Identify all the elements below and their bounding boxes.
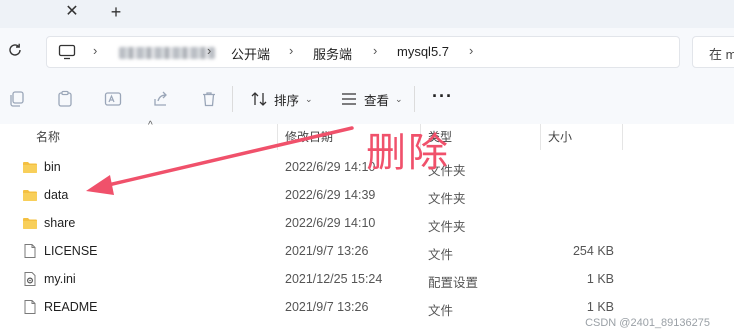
file-type: 文件 bbox=[428, 304, 454, 318]
tab-close-button[interactable]: ✕ bbox=[63, 3, 81, 21]
file-type: 文件夹 bbox=[428, 220, 466, 234]
file-type: 文件夹 bbox=[428, 192, 466, 206]
breadcrumb-separator[interactable]: › bbox=[93, 43, 97, 58]
file-size: 1 KB bbox=[586, 300, 614, 314]
breadcrumb-separator[interactable]: › bbox=[207, 43, 211, 58]
breadcrumb-separator[interactable]: › bbox=[373, 43, 377, 58]
file-name: my.ini bbox=[44, 272, 76, 286]
file-row[interactable]: share 2022/6/29 14:10 文件夹 bbox=[0, 209, 734, 237]
file-icon bbox=[24, 300, 36, 314]
file-date: 2022/6/29 14:10 bbox=[285, 160, 376, 174]
folder-icon bbox=[23, 190, 37, 201]
view-icon bbox=[342, 93, 356, 105]
settings-file-icon bbox=[24, 272, 36, 286]
file-size: 254 KB bbox=[572, 244, 614, 258]
file-name: data bbox=[44, 188, 69, 202]
breadcrumb-item[interactable]: 公开端 bbox=[231, 44, 270, 63]
folder-icon bbox=[23, 162, 37, 173]
refresh-icon[interactable] bbox=[6, 41, 24, 59]
computer-icon[interactable] bbox=[58, 44, 76, 60]
file-type: 文件夹 bbox=[428, 164, 466, 178]
view-label: 查看 bbox=[364, 93, 390, 108]
copy-icon[interactable] bbox=[8, 90, 26, 108]
file-date: 2022/6/29 14:39 bbox=[285, 188, 376, 202]
file-name: bin bbox=[44, 160, 61, 174]
folder-icon bbox=[23, 218, 37, 229]
sort-caret-icon: ^ bbox=[148, 120, 153, 131]
address-bar[interactable]: › › 公开端 › 服务端 › mysql5.7 › bbox=[46, 36, 680, 68]
search-input[interactable]: 在 m bbox=[709, 44, 734, 63]
column-header-date[interactable]: 修改日期 bbox=[285, 128, 333, 145]
sort-button[interactable]: 排序 ⌄ bbox=[250, 86, 313, 112]
paste-icon[interactable] bbox=[56, 90, 74, 108]
column-divider[interactable] bbox=[420, 124, 421, 150]
breadcrumb-item[interactable]: 服务端 bbox=[313, 44, 352, 63]
column-divider[interactable] bbox=[540, 124, 541, 150]
file-row[interactable]: my.ini 2021/12/25 15:24 配置设置 1 KB bbox=[0, 265, 734, 293]
file-row[interactable]: LICENSE 2021/9/7 13:26 文件 254 KB bbox=[0, 237, 734, 265]
breadcrumb-separator[interactable]: › bbox=[469, 43, 473, 58]
file-row[interactable]: bin 2022/6/29 14:10 文件夹 bbox=[0, 153, 734, 181]
chevron-down-icon: ⌄ bbox=[395, 93, 403, 104]
toolbar-divider bbox=[232, 86, 233, 112]
address-row: › › 公开端 › 服务端 › mysql5.7 › 在 m bbox=[0, 28, 734, 74]
delete-icon[interactable] bbox=[200, 90, 218, 108]
command-bar: 排序 ⌄ 查看 ⌄ ··· bbox=[0, 74, 734, 125]
file-date: 2021/9/7 13:26 bbox=[285, 244, 369, 258]
breadcrumb-item[interactable]: mysql5.7 bbox=[397, 44, 449, 59]
more-options-button[interactable]: ··· bbox=[432, 86, 453, 107]
sort-icon bbox=[251, 92, 267, 106]
redacted-breadcrumb bbox=[119, 47, 215, 59]
column-header-row: ^ 名称 修改日期 类型 大小 bbox=[0, 120, 734, 150]
column-header-type[interactable]: 类型 bbox=[428, 128, 452, 145]
file-type: 文件 bbox=[428, 248, 454, 262]
view-button[interactable]: 查看 ⌄ bbox=[340, 86, 403, 112]
new-tab-button[interactable]: + bbox=[106, 2, 126, 22]
toolbar-divider bbox=[414, 86, 415, 112]
file-name: README bbox=[44, 300, 98, 314]
file-name: share bbox=[44, 216, 76, 230]
column-divider[interactable] bbox=[622, 124, 623, 150]
file-icon bbox=[24, 244, 36, 258]
file-date: 2021/12/25 15:24 bbox=[285, 272, 383, 286]
file-size: 1 KB bbox=[586, 272, 614, 286]
tab-bar: ✕ + bbox=[0, 0, 734, 28]
column-header-size[interactable]: 大小 bbox=[548, 128, 572, 145]
column-divider[interactable] bbox=[277, 124, 278, 150]
file-name: LICENSE bbox=[44, 244, 98, 258]
share-icon[interactable] bbox=[152, 90, 170, 108]
search-box[interactable]: 在 m bbox=[692, 36, 734, 68]
file-date: 2022/6/29 14:10 bbox=[285, 216, 376, 230]
rename-icon[interactable] bbox=[104, 90, 122, 108]
column-header-name[interactable]: 名称 bbox=[36, 128, 60, 145]
file-row[interactable]: README 2021/9/7 13:26 文件 1 KB bbox=[0, 293, 734, 321]
file-date: 2021/9/7 13:26 bbox=[285, 300, 369, 314]
chevron-down-icon: ⌄ bbox=[305, 93, 313, 104]
breadcrumb-separator[interactable]: › bbox=[289, 43, 293, 58]
file-type: 配置设置 bbox=[428, 276, 479, 290]
sort-label: 排序 bbox=[274, 93, 300, 108]
file-row[interactable]: data 2022/6/29 14:39 文件夹 bbox=[0, 181, 734, 209]
